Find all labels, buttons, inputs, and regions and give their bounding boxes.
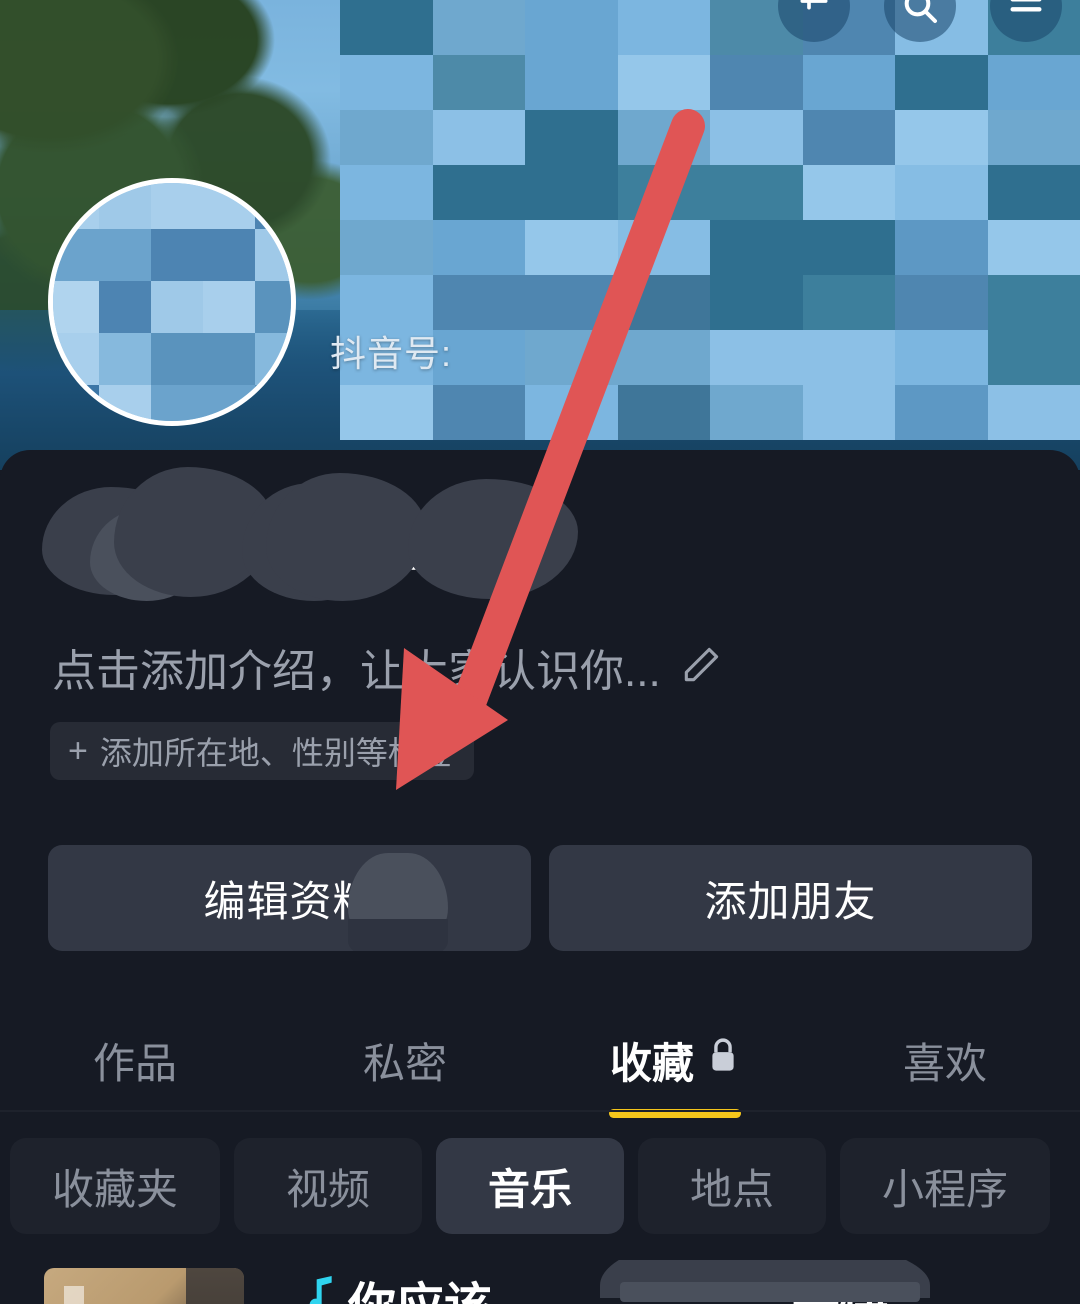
tab-label: 作品: [92, 1039, 177, 1087]
filter-chip-row: 收藏夹 视频 音乐 地点 小程序: [10, 1138, 1050, 1234]
search-icon[interactable]: [884, 0, 956, 42]
content-tabs: 作品 私密 收藏 喜欢: [0, 1010, 1080, 1118]
douyin-id-label: 抖音号:: [330, 333, 453, 374]
bio-row[interactable]: 点击添加介绍，让大家认识你...: [52, 635, 723, 699]
chip-label: 收藏夹: [51, 1165, 178, 1213]
top-action-bar: [778, 0, 1062, 42]
chip-location[interactable]: 地点: [638, 1138, 826, 1234]
tab-label: 私密: [362, 1039, 447, 1087]
menu-icon[interactable]: [990, 0, 1062, 42]
edit-profile-button[interactable]: 编辑资料: [48, 845, 531, 951]
live-icon[interactable]: [778, 0, 850, 42]
chip-video[interactable]: 视频: [234, 1138, 422, 1234]
music-list-item[interactable]: 你应该最快: [0, 1260, 1080, 1304]
tab-works[interactable]: 作品: [0, 1010, 270, 1110]
music-title-censor-bar: [620, 1282, 920, 1302]
chip-music[interactable]: 音乐: [436, 1138, 624, 1234]
douyin-id: 抖音号:: [330, 325, 452, 377]
avatar-mosaic-censor: [53, 183, 291, 421]
douyin-profile-screen: 抖音号: 获赞 朋友 关注: [0, 0, 1080, 1304]
tabs-divider: [0, 1110, 1080, 1112]
add-tags-button[interactable]: + 添加所在地、性别等标签: [50, 722, 474, 780]
tab-likes[interactable]: 喜欢: [810, 1010, 1080, 1110]
stats-row: 获赞 朋友 关注 粉丝: [0, 466, 1080, 601]
avatar[interactable]: [48, 178, 296, 426]
pencil-icon[interactable]: [679, 643, 723, 692]
stat-fans[interactable]: 粉丝: [408, 478, 579, 599]
chip-label: 视频: [285, 1165, 370, 1213]
profile-panel: 获赞 朋友 关注 粉丝 点击添加介绍，让大家认识你...: [0, 450, 1080, 1304]
add-friend-label: 添加朋友: [704, 877, 877, 925]
chip-label: 音乐: [487, 1165, 572, 1213]
lock-icon: [706, 1035, 740, 1085]
add-tags-label: 添加所在地、性别等标签: [99, 735, 452, 771]
music-thumbnail: [44, 1268, 244, 1304]
chip-label: 小程序: [881, 1165, 1008, 1213]
chip-miniprogram[interactable]: 小程序: [840, 1138, 1050, 1234]
add-friend-button[interactable]: 添加朋友: [549, 845, 1032, 951]
plus-icon: +: [68, 732, 88, 770]
profile-action-buttons: 编辑资料 添加朋友: [48, 845, 1032, 951]
tab-label: 喜欢: [902, 1039, 987, 1087]
tab-collections[interactable]: 收藏: [540, 1010, 810, 1118]
chip-favorites[interactable]: 收藏夹: [10, 1138, 220, 1234]
music-note-icon: [300, 1274, 340, 1304]
tab-private[interactable]: 私密: [270, 1010, 540, 1110]
music-title-start: 你应该: [348, 1280, 492, 1304]
tab-label: 收藏: [609, 1039, 694, 1087]
chip-label: 地点: [689, 1165, 774, 1213]
bio-placeholder: 点击添加介绍，让大家认识你...: [52, 647, 661, 696]
